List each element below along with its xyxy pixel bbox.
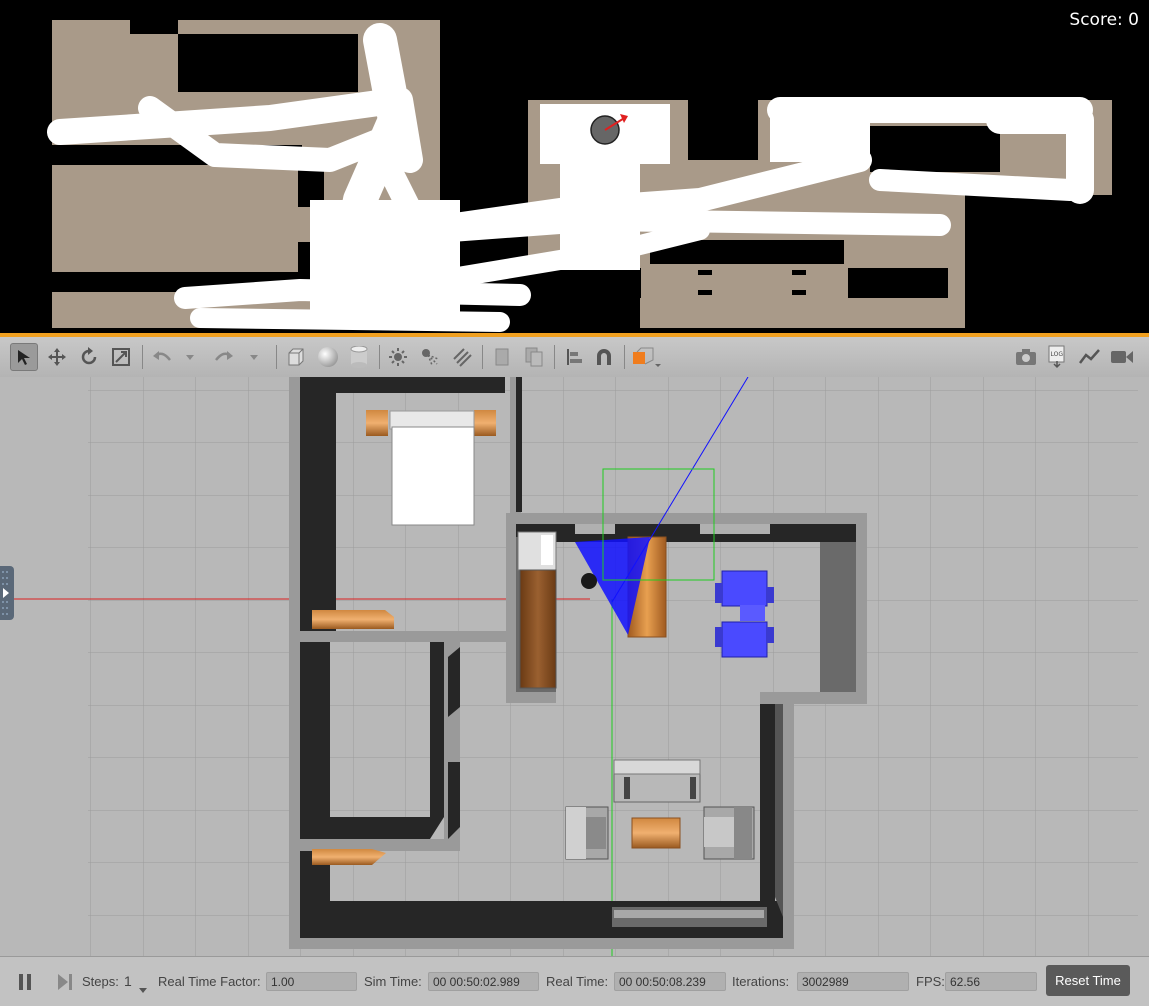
- directional-light-icon[interactable]: [448, 343, 476, 371]
- shape-color-icon[interactable]: [628, 343, 664, 371]
- coffee-table: [631, 817, 681, 849]
- occupancy-map: [47, 20, 1112, 332]
- iterations-field: 3002989: [797, 972, 909, 991]
- cylinder-icon[interactable]: [345, 343, 373, 371]
- robot: [581, 573, 597, 589]
- score-display: Score: 0: [1069, 10, 1139, 30]
- scale-icon[interactable]: [107, 343, 135, 371]
- redo-dropdown-icon[interactable]: [244, 343, 264, 371]
- real-time-label: Real Time:: [546, 974, 609, 989]
- undo-icon[interactable]: [148, 343, 176, 371]
- snap-magnet-icon[interactable]: [590, 343, 618, 371]
- paste-icon[interactable]: [520, 343, 548, 371]
- align-icon[interactable]: [560, 343, 588, 371]
- gazebo-3d-viewport[interactable]: [0, 377, 1149, 956]
- score-label: Score:: [1069, 10, 1123, 30]
- occupancy-map-panel: Score: 0: [0, 0, 1149, 333]
- sim-time-label: Sim Time:: [364, 974, 422, 989]
- side-panel-handle[interactable]: [0, 566, 14, 620]
- time-panel: Steps: 1 Real Time Factor: 1.00 Sim Time…: [0, 956, 1149, 1006]
- fps-label: FPS:: [916, 974, 945, 989]
- spot-light-icon[interactable]: [416, 343, 444, 371]
- explored-area-bottom: [310, 200, 460, 320]
- translate-icon[interactable]: [43, 343, 71, 371]
- pause-icon[interactable]: [16, 972, 36, 992]
- sofa: [613, 759, 701, 803]
- explored-area-right: [770, 104, 870, 162]
- score-value: 0: [1128, 10, 1139, 30]
- sphere-icon[interactable]: [314, 343, 342, 371]
- scene-render: [0, 377, 1149, 956]
- svg-text:LOG: LOG: [1051, 351, 1064, 358]
- copy-icon[interactable]: [488, 343, 516, 371]
- step-forward-icon[interactable]: [55, 972, 75, 992]
- select-arrow-icon[interactable]: [10, 343, 38, 371]
- fps-field: 62.56: [945, 972, 1037, 991]
- plot-icon[interactable]: [1076, 343, 1104, 371]
- real-time-field: 00 00:50:08.239: [614, 972, 726, 991]
- real-time-factor-field: 1.00: [266, 972, 357, 991]
- steps-dropdown-icon[interactable]: [139, 982, 147, 997]
- reset-time-button[interactable]: Reset Time: [1046, 965, 1130, 996]
- sim-time-field: 00 00:50:02.989: [428, 972, 539, 991]
- rotate-icon[interactable]: [75, 343, 103, 371]
- iterations-label: Iterations:: [732, 974, 790, 989]
- log-icon[interactable]: LOG: [1043, 343, 1071, 371]
- redo-icon[interactable]: [210, 343, 238, 371]
- armchair-left: [565, 806, 609, 860]
- real-time-factor-label: Real Time Factor:: [158, 974, 261, 989]
- explored-area-center: [560, 160, 640, 270]
- steps-label: Steps:: [82, 974, 119, 989]
- record-video-icon[interactable]: [1108, 343, 1136, 371]
- undo-dropdown-icon[interactable]: [180, 343, 200, 371]
- screenshot-icon[interactable]: [1012, 343, 1040, 371]
- steps-value[interactable]: 1: [124, 973, 132, 989]
- armchair-right: [703, 806, 755, 860]
- box-icon[interactable]: [282, 343, 310, 371]
- gazebo-toolbar: LOG: [0, 337, 1149, 378]
- point-light-icon[interactable]: [384, 343, 412, 371]
